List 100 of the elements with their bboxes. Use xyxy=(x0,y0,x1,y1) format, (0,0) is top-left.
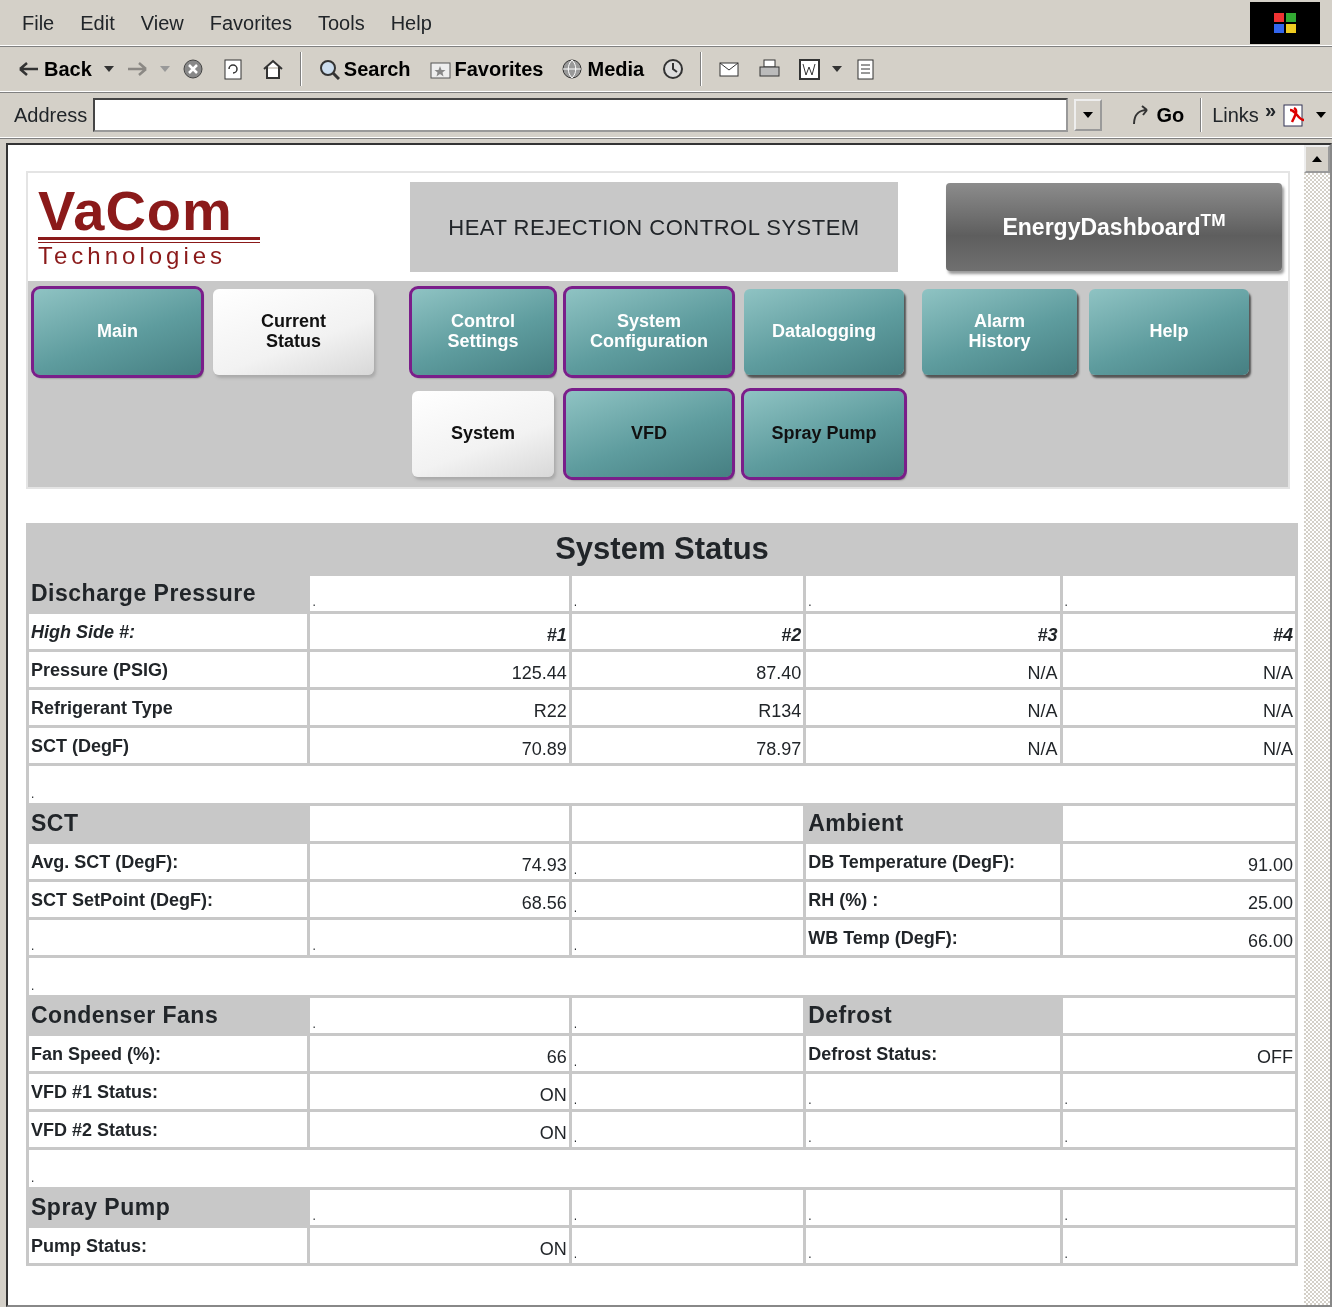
table-cell: 70.89 xyxy=(310,727,569,763)
table-cell: . xyxy=(571,1073,804,1109)
links-button[interactable]: Links xyxy=(1212,99,1259,130)
nav-button[interactable]: Current Status xyxy=(213,289,374,375)
table-cell: OFF xyxy=(1062,1035,1295,1071)
row-label: Fan Speed (%): xyxy=(29,1035,308,1071)
magnifier-icon xyxy=(317,57,340,80)
nav-button[interactable]: Spray Pump xyxy=(744,391,904,477)
table-cell: . xyxy=(571,1111,804,1147)
table-cell: . xyxy=(571,881,804,917)
column-heading: #1 xyxy=(310,613,569,649)
table-cell: N/A xyxy=(806,689,1060,725)
table-cell: 78.97 xyxy=(571,727,804,763)
row-label: RH (%) : xyxy=(806,881,1060,917)
table-cell: ON xyxy=(310,1073,569,1109)
table-cell: 87.40 xyxy=(571,651,804,687)
column-heading: #3 xyxy=(806,613,1060,649)
home-icon xyxy=(261,57,284,80)
table-cell: . xyxy=(806,1189,1060,1225)
go-button[interactable]: Go xyxy=(1124,97,1191,132)
flag-icon xyxy=(1272,10,1298,35)
scrollbar[interactable] xyxy=(1304,145,1330,1305)
up-arrow-icon xyxy=(1312,156,1322,162)
page-icon xyxy=(854,57,877,80)
table-cell: 25.00 xyxy=(1062,881,1295,917)
table-cell: . xyxy=(806,575,1060,611)
menu-item[interactable]: View xyxy=(130,5,194,40)
row-label: WB Temp (DegF): xyxy=(806,919,1060,955)
stop-icon xyxy=(181,57,204,80)
menu-item[interactable]: Help xyxy=(380,5,442,40)
table-cell: . xyxy=(571,919,804,955)
menu-item[interactable]: Tools xyxy=(307,5,375,40)
table-cell: . xyxy=(1062,1227,1295,1263)
table-cell: . xyxy=(571,1227,804,1263)
globe-icon xyxy=(561,57,584,80)
table-cell: N/A xyxy=(1062,689,1295,725)
table-cell: . xyxy=(1062,1073,1295,1109)
row-label: VFD #1 Status: xyxy=(29,1073,308,1109)
caret-icon xyxy=(103,64,114,73)
search-button[interactable]: Search xyxy=(311,51,417,86)
printer-icon xyxy=(758,57,781,80)
table-cell: ON xyxy=(310,1111,569,1147)
favorites-button[interactable]: Favorites xyxy=(422,51,550,86)
menu-item[interactable]: File xyxy=(12,5,65,40)
table-cell: 125.44 xyxy=(310,651,569,687)
row-label: Pressure (PSIG) xyxy=(29,651,308,687)
table-cell: N/A xyxy=(1062,727,1295,763)
dropdown-button[interactable] xyxy=(1074,98,1103,131)
media-button[interactable]: Media xyxy=(555,51,651,86)
table-cell: . xyxy=(310,997,569,1033)
row-label: SCT SetPoint (DegF): xyxy=(29,881,308,917)
table-cell: N/A xyxy=(806,651,1060,687)
row-label: Refrigerant Type xyxy=(29,689,308,725)
table-cell: . xyxy=(29,957,1295,995)
table-cell: 66.00 xyxy=(1062,919,1295,955)
caret-icon xyxy=(1316,110,1326,119)
row-label: High Side #: xyxy=(29,613,308,649)
clock-icon xyxy=(662,57,685,80)
refresh-icon xyxy=(221,57,244,80)
table-cell: . xyxy=(571,843,804,879)
document-icon xyxy=(798,57,821,80)
table-cell: . xyxy=(806,1227,1060,1263)
back-button[interactable]: Back xyxy=(12,51,98,86)
row-label: VFD #2 Status: xyxy=(29,1111,308,1147)
row-label: Avg. SCT (DegF): xyxy=(29,843,308,879)
table-cell: . xyxy=(29,765,1295,803)
row-label: SCT (DegF) xyxy=(29,727,308,763)
menu-item[interactable]: Favorites xyxy=(199,5,302,40)
table-cell: . xyxy=(310,1189,569,1225)
table-cell: R134 xyxy=(571,689,804,725)
address-label: Address xyxy=(14,102,88,128)
nav-button[interactable]: System xyxy=(412,391,554,477)
table-cell: R22 xyxy=(310,689,569,725)
table-cell: . xyxy=(571,997,804,1033)
table-cell: . xyxy=(1062,575,1295,611)
table-cell: . xyxy=(806,1111,1060,1147)
address-field[interactable] xyxy=(93,97,1069,132)
caret-icon xyxy=(832,64,843,73)
column-heading: #4 xyxy=(1062,613,1295,649)
logo-name: VaCom xyxy=(38,185,260,240)
row-label: Pump Status: xyxy=(29,1227,308,1263)
logo-tagline: Technologies xyxy=(38,242,260,269)
table-cell: . xyxy=(1062,1111,1295,1147)
table-cell: ON xyxy=(310,1227,569,1263)
table-cell: 74.93 xyxy=(310,843,569,879)
table-cell: N/A xyxy=(806,727,1060,763)
more-links-button[interactable]: » xyxy=(1264,94,1276,125)
nav-button[interactable]: VFD xyxy=(566,391,732,477)
table-cell: . xyxy=(571,1035,804,1071)
table-cell: . xyxy=(29,919,308,955)
dashboard-button[interactable]: EnergyDashboard$^{TM}$ xyxy=(946,183,1282,271)
table-cell: . xyxy=(29,1149,1295,1187)
table-cell: . xyxy=(310,575,569,611)
table-cell: N/A xyxy=(1062,651,1295,687)
row-label: DB Temperature (DegF): xyxy=(806,843,1060,879)
table-cell: . xyxy=(1062,1189,1295,1225)
menu-item[interactable]: Edit xyxy=(70,5,125,40)
table-cell: . xyxy=(310,919,569,955)
table-cell: . xyxy=(806,1073,1060,1109)
table-cell: 68.56 xyxy=(310,881,569,917)
